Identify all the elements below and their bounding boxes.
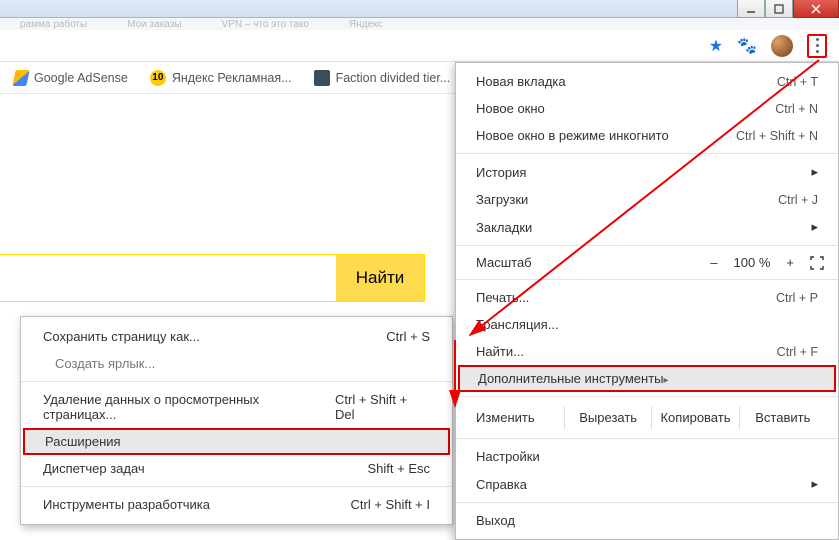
menu-label: Новая вкладка	[476, 74, 566, 89]
menu-button[interactable]	[807, 34, 827, 58]
chevron-right-icon: ▸	[811, 219, 818, 235]
zoom-out-button[interactable]: –	[710, 255, 717, 270]
submenu-separator	[21, 381, 452, 382]
submenu-shortcut: Ctrl + Shift + Del	[335, 392, 430, 422]
menu-shortcut: Ctrl + F	[777, 345, 818, 359]
chevron-right-icon: ▸	[811, 164, 818, 180]
tab[interactable]: Мои заказы	[127, 19, 181, 30]
menu-incognito[interactable]: Новое окно в режиме инкогнито Ctrl + Shif…	[456, 122, 838, 149]
menu-zoom: Масштаб – 100 % +	[456, 250, 838, 275]
bookmark-adsense[interactable]: Google AdSense	[14, 70, 128, 86]
zoom-in-button[interactable]: +	[786, 255, 794, 270]
menu-exit[interactable]: Выход	[456, 507, 838, 534]
bookmark-label: Яндекс Рекламная...	[172, 71, 292, 85]
menu-shortcut: Ctrl + J	[778, 193, 818, 207]
edit-copy-button[interactable]: Копировать	[651, 406, 738, 429]
window-close-button[interactable]	[793, 0, 839, 18]
menu-bookmarks[interactable]: Закладки ▸	[456, 213, 838, 241]
window-maximize-button[interactable]	[765, 0, 793, 18]
more-tools-submenu: Сохранить страницу как... Ctrl + S Созда…	[20, 316, 453, 525]
yandex-icon: 10	[150, 70, 166, 86]
profile-avatar[interactable]	[771, 35, 793, 57]
menu-separator	[456, 396, 838, 397]
submenu-label: Диспетчер задач	[43, 461, 145, 476]
menu-label: Найти...	[476, 344, 524, 359]
menu-separator	[456, 245, 838, 246]
menu-new-window[interactable]: Новое окно Ctrl + N	[456, 95, 838, 122]
submenu-label: Расширения	[45, 434, 121, 449]
menu-label: Выход	[476, 513, 515, 528]
menu-downloads[interactable]: Загрузки Ctrl + J	[456, 186, 838, 213]
submenu-shortcut: Ctrl + S	[386, 329, 430, 344]
menu-shortcut: Ctrl + Shift + N	[736, 129, 818, 143]
bookmark-label: Google AdSense	[34, 71, 128, 85]
menu-label: Масштаб	[476, 255, 710, 270]
menu-label: Новое окно в режиме инкогнито	[476, 128, 669, 143]
fullscreen-icon[interactable]	[810, 256, 824, 270]
menu-separator	[456, 438, 838, 439]
chevron-right-icon: ▸	[664, 375, 669, 386]
bookmark-yandex-ad[interactable]: 10 Яндекс Рекламная...	[150, 70, 292, 86]
chevron-right-icon: ▸	[811, 476, 818, 492]
menu-label: История	[476, 165, 526, 180]
main-menu: Новая вкладка Ctrl + T Новое окно Ctrl + N…	[455, 62, 839, 540]
submenu-label: Создать ярлык...	[55, 356, 155, 371]
menu-new-tab[interactable]: Новая вкладка Ctrl + T	[456, 68, 838, 95]
bookmark-label: Faction divided tier...	[336, 71, 451, 85]
menu-label: Изменить	[476, 410, 564, 425]
menu-separator	[456, 279, 838, 280]
menu-separator	[456, 502, 838, 503]
menu-label: Дополнительные инструменты	[478, 371, 664, 386]
submenu-shortcut: Shift + Esc	[368, 461, 431, 476]
menu-settings[interactable]: Настройки	[456, 443, 838, 470]
submenu-label: Удаление данных о просмотренных страница…	[43, 392, 335, 422]
menu-shortcut: Ctrl + P	[776, 291, 818, 305]
submenu-clear-data[interactable]: Удаление данных о просмотренных страница…	[21, 386, 452, 428]
faction-icon	[314, 70, 330, 86]
adsense-icon	[12, 70, 29, 86]
search-input[interactable]	[0, 255, 336, 301]
menu-label: Закладки	[476, 220, 532, 235]
submenu-create-shortcut[interactable]: Создать ярлык...	[21, 350, 452, 377]
menu-help[interactable]: Справка ▸	[456, 470, 838, 498]
menu-history[interactable]: История ▸	[456, 158, 838, 186]
window-minimize-button[interactable]	[737, 0, 765, 18]
tab[interactable]: рамма работы	[20, 19, 87, 30]
menu-shortcut: Ctrl + N	[775, 102, 818, 116]
menu-label: Новое окно	[476, 101, 545, 116]
browser-toolbar: ★ 🐾	[0, 30, 839, 62]
menu-edit-row: Изменить Вырезать Копировать Вставить	[456, 401, 838, 434]
submenu-separator	[21, 486, 452, 487]
menu-shortcut: Ctrl + T	[777, 75, 818, 89]
search-button[interactable]: Найти	[336, 255, 424, 301]
window-titlebar	[0, 0, 839, 18]
submenu-save-page[interactable]: Сохранить страницу как... Ctrl + S	[21, 323, 452, 350]
zoom-value: 100 %	[734, 255, 771, 270]
extension-icon[interactable]: 🐾	[737, 36, 757, 56]
bookmark-faction[interactable]: Faction divided tier...	[314, 70, 451, 86]
menu-cast[interactable]: Трансляция...	[456, 311, 838, 338]
edit-cut-button[interactable]: Вырезать	[564, 406, 651, 429]
menu-print[interactable]: Печать... Ctrl + P	[456, 284, 838, 311]
menu-label: Настройки	[476, 449, 540, 464]
menu-label: Справка	[476, 477, 527, 492]
tab[interactable]: VPN – что это тако	[222, 19, 309, 30]
menu-label: Печать...	[476, 290, 529, 305]
tab-strip: рамма работы Мои заказы VPN – что это та…	[0, 18, 839, 30]
menu-label: Трансляция...	[476, 317, 559, 332]
menu-label: Загрузки	[476, 192, 528, 207]
edit-paste-button[interactable]: Вставить	[739, 406, 826, 429]
submenu-label: Сохранить страницу как...	[43, 329, 200, 344]
menu-separator	[456, 153, 838, 154]
menu-more-tools[interactable]: Дополнительные инструменты▸	[458, 365, 836, 392]
submenu-task-manager[interactable]: Диспетчер задач Shift + Esc	[21, 455, 452, 482]
submenu-extensions[interactable]: Расширения	[23, 428, 450, 455]
search-bar: Найти	[0, 254, 425, 302]
submenu-dev-tools[interactable]: Инструменты разработчика Ctrl + Shift + …	[21, 491, 452, 518]
menu-find[interactable]: Найти... Ctrl + F	[456, 338, 838, 365]
tab[interactable]: Яндекс	[349, 19, 383, 30]
bookmark-star-icon[interactable]: ★	[709, 36, 723, 56]
